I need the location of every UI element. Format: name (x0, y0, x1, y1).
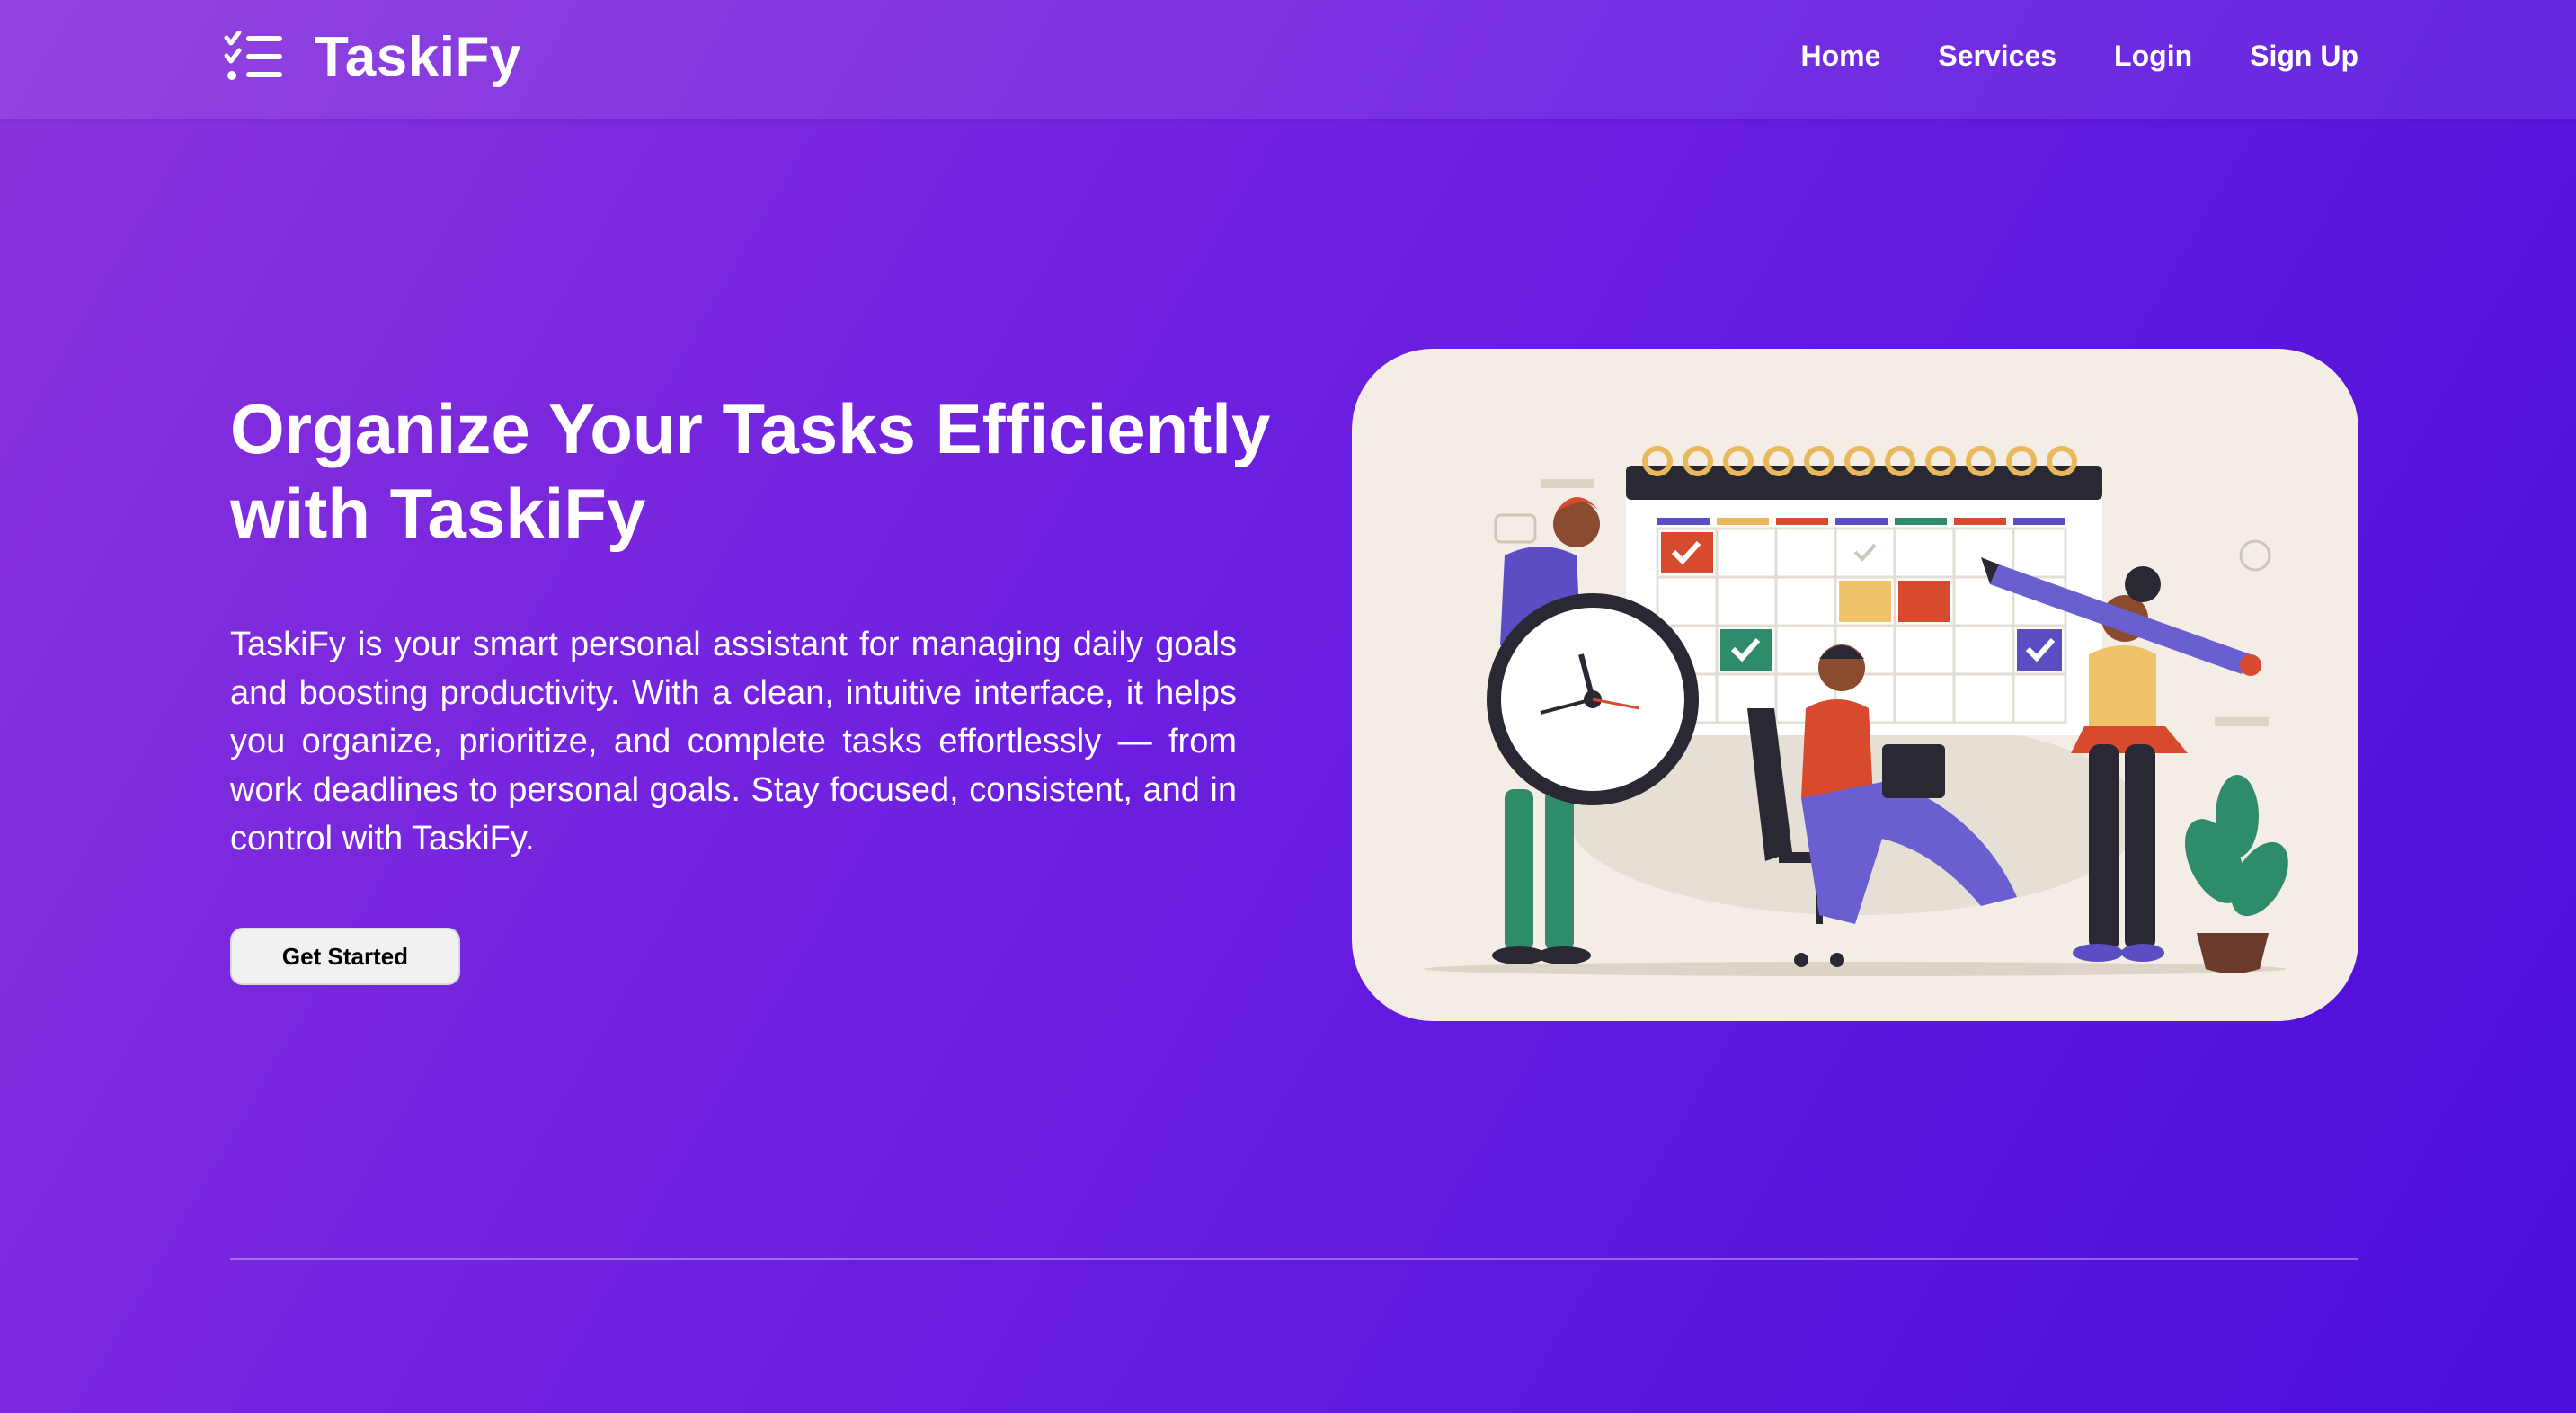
potted-plant-graphic (2184, 775, 2288, 973)
navbar: TaskiFy Home Services Login Sign Up (0, 0, 2576, 119)
nav-services-link[interactable]: Services (1938, 40, 2056, 73)
section-divider (230, 1258, 2358, 1260)
nav-home-link[interactable]: Home (1800, 40, 1880, 73)
hero-title: Organize Your Tasks Efficiently with Tas… (230, 389, 1271, 553)
get-started-button[interactable]: Get Started (230, 928, 460, 985)
nav-signup-link[interactable]: Sign Up (2250, 40, 2358, 73)
hero-illustration-card (1352, 349, 2358, 1021)
nav-links: Home Services Login Sign Up (1800, 40, 2358, 73)
brand-name: TaskiFy (315, 26, 521, 88)
hero-description: TaskiFy is your smart personal assistant… (230, 626, 1237, 858)
brand-logo[interactable]: TaskiFy (223, 25, 521, 89)
nav-login-link[interactable]: Login (2114, 40, 2192, 73)
checklist-icon (224, 30, 282, 80)
productivity-scene-illustration (1424, 446, 2288, 976)
